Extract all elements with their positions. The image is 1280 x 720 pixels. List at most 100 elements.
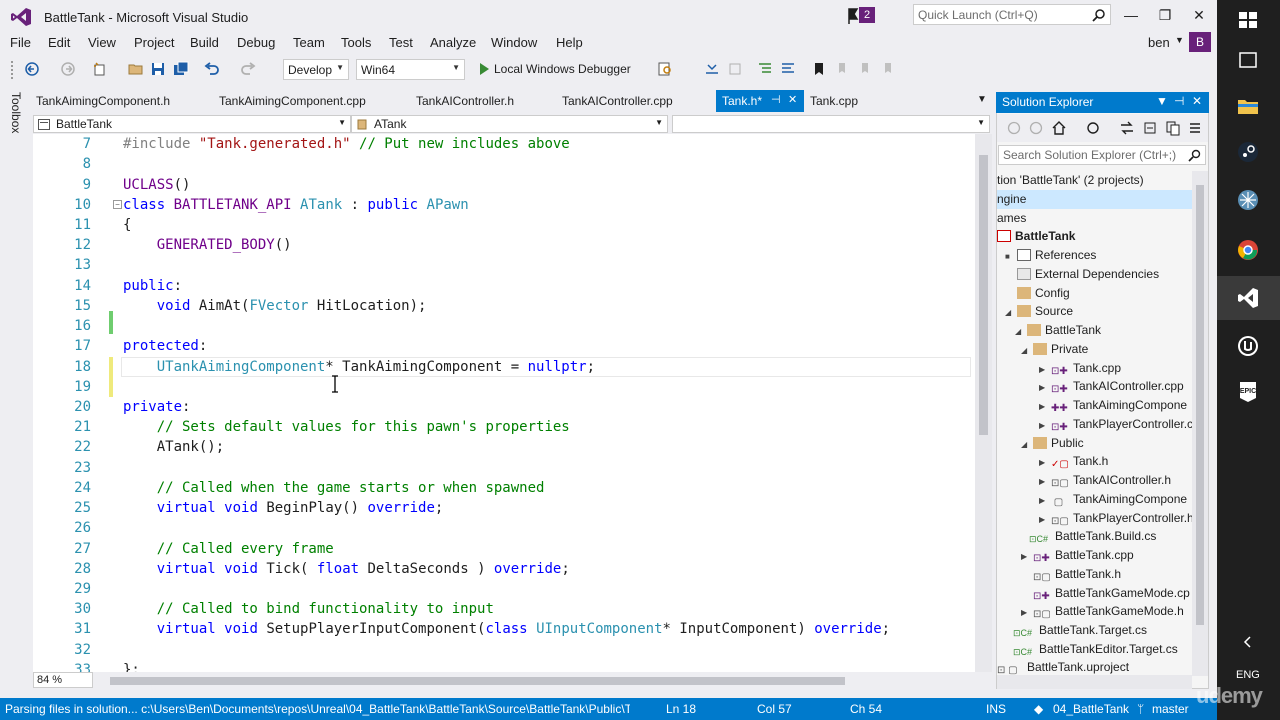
collapsed-arrow-icon[interactable]: ▶ — [1039, 397, 1051, 416]
tree-item-tank-aiming-component-cpp[interactable]: ▶ ✚✚ TankAimingCompone — [1039, 396, 1187, 415]
tree-item-battletank-game-mode-h[interactable]: ▶ ⊡▢ BattleTankGameMode.h — [1021, 602, 1184, 621]
navigate-back-icon[interactable] — [24, 61, 40, 77]
forward-icon[interactable] — [1029, 121, 1043, 135]
collapse-all-icon[interactable] — [1142, 120, 1158, 136]
restore-button[interactable]: ❐ — [1151, 4, 1179, 26]
save-all-icon[interactable] — [173, 61, 189, 77]
tree-item-battletank-cpp[interactable]: ▶ ⊡✚ BattleTank.cpp — [1021, 546, 1134, 565]
tab-tank-aiming-component-h[interactable]: TankAimingComponent.h — [30, 90, 176, 112]
tree-item-tank-ai-controller-cpp[interactable]: ▶ ⊡✚ TankAIController.cpp — [1039, 377, 1184, 396]
undo-icon[interactable] — [204, 61, 220, 77]
solution-explorer-search-input[interactable]: Search Solution Explorer (Ctrl+;) — [998, 145, 1206, 165]
tab-tank-h[interactable]: Tank.h* ⊣ ✕ — [716, 90, 804, 112]
tree-item-source[interactable]: ◢ Source — [1005, 302, 1073, 321]
navigate-icon[interactable] — [727, 61, 743, 77]
collapsed-arrow-icon[interactable]: ▶ — [1039, 378, 1051, 397]
task-view-icon[interactable] — [1236, 48, 1260, 72]
tree-item-public[interactable]: ◢ Public — [1021, 434, 1084, 453]
minimize-button[interactable]: — — [1117, 4, 1145, 26]
tree-item-external-dependencies[interactable]: External Dependencies — [1005, 265, 1159, 284]
new-project-icon[interactable] — [92, 61, 108, 77]
tree-item-battletank-editor-target-cs[interactable]: ⊡C# BattleTankEditor.Target.cs — [1013, 640, 1178, 659]
tree-item-tank-ai-controller-h[interactable]: ▶ ⊡▢ TankAIController.h — [1039, 471, 1171, 490]
tree-item-engine[interactable]: ngine — [997, 190, 1192, 209]
tab-tank-ai-controller-h[interactable]: TankAIController.h — [410, 90, 520, 112]
tree-item-tank-player-controller-h[interactable]: ▶ ⊡▢ TankPlayerController.h — [1039, 509, 1192, 528]
tree-item-battletank-uproject[interactable]: ⊡ ▢ BattleTank.uproject — [997, 658, 1129, 676]
project-scope-select[interactable]: BattleTank ▼ — [33, 115, 351, 133]
file-explorer-icon[interactable] — [1236, 94, 1260, 118]
redo-icon[interactable] — [240, 61, 256, 77]
quick-launch-input[interactable]: Quick Launch (Ctrl+Q) — [913, 4, 1111, 25]
epic-games-icon[interactable]: EPIC — [1236, 380, 1260, 404]
pin-tab-icon[interactable]: ⊣ — [771, 93, 781, 106]
menu-debug[interactable]: Debug — [237, 35, 275, 50]
expanded-arrow-icon[interactable]: ◢ — [1021, 435, 1033, 454]
collapsed-arrow-icon[interactable]: ▶ — [1039, 453, 1051, 472]
properties-icon[interactable] — [1187, 120, 1203, 136]
solution-platform-select[interactable]: Win64 ▼ — [356, 59, 465, 80]
menu-help[interactable]: Help — [556, 35, 583, 50]
menu-tools[interactable]: Tools — [341, 35, 371, 50]
user-dropdown-icon[interactable]: ▼ — [1175, 35, 1184, 45]
close-window-button[interactable]: ✕ — [1185, 4, 1213, 26]
panel-options-icon[interactable]: ▼ — [1156, 94, 1168, 108]
branch-icon[interactable]: ᛘ — [1137, 702, 1144, 716]
tree-item-private[interactable]: ◢ Private — [1021, 340, 1088, 359]
tree-item-references[interactable]: ■ References — [1005, 246, 1096, 265]
solution-explorer-scroll-thumb[interactable] — [1196, 185, 1204, 625]
status-repository[interactable]: 04_BattleTank — [1053, 702, 1129, 716]
tab-tank-ai-controller-cpp[interactable]: TankAIController.cpp — [556, 90, 679, 112]
app-icon[interactable] — [1236, 188, 1260, 212]
tree-item-config[interactable]: Config — [1005, 284, 1070, 303]
type-scope-select[interactable]: ATank ▼ — [351, 115, 668, 133]
chrome-icon[interactable] — [1236, 238, 1260, 262]
menu-team[interactable]: Team — [293, 35, 325, 50]
avatar[interactable]: B — [1189, 32, 1211, 52]
find-in-files-icon[interactable] — [657, 61, 673, 77]
close-panel-icon[interactable]: ✕ — [1192, 94, 1202, 108]
expanded-arrow-icon[interactable]: ◢ — [1005, 303, 1017, 322]
menu-window[interactable]: Window — [491, 35, 537, 50]
repository-icon[interactable]: ◆ — [1034, 702, 1043, 716]
menu-build[interactable]: Build — [190, 35, 219, 50]
member-scope-select[interactable]: ▼ — [672, 115, 990, 133]
windows-start-icon[interactable] — [1236, 8, 1260, 32]
tree-item-battletank-folder[interactable]: ◢ BattleTank — [1015, 321, 1101, 340]
tree-item-tank-player-controller-cpp[interactable]: ▶ ⊡✚ TankPlayerController.c — [1039, 415, 1192, 434]
user-name[interactable]: ben — [1148, 35, 1170, 50]
input-language-indicator[interactable]: ENG — [1236, 669, 1260, 681]
menu-file[interactable]: File — [10, 35, 31, 50]
tab-tank-aiming-component-cpp[interactable]: TankAimingComponent.cpp — [213, 90, 372, 112]
menu-view[interactable]: View — [88, 35, 116, 50]
collapsed-arrow-icon[interactable]: ▶ — [1039, 416, 1051, 435]
visual-studio-taskbar-icon[interactable] — [1236, 286, 1260, 310]
expanded-arrow-icon[interactable]: ◢ — [1021, 341, 1033, 360]
menu-project[interactable]: Project — [134, 35, 174, 50]
expanded-arrow-icon[interactable]: ◢ — [1015, 322, 1027, 341]
close-tab-icon[interactable]: ✕ — [788, 93, 797, 106]
collapsed-arrow-icon[interactable]: ▶ — [1039, 491, 1051, 510]
show-all-files-icon[interactable] — [1165, 120, 1181, 136]
start-debugging-icon[interactable] — [476, 61, 492, 77]
menu-test[interactable]: Test — [389, 35, 413, 50]
tree-item-tank-h[interactable]: ▶ ✓▢ Tank.h — [1039, 452, 1108, 471]
menu-analyze[interactable]: Analyze — [430, 35, 476, 50]
editor-horizontal-scroll-thumb[interactable] — [110, 677, 845, 685]
open-file-icon[interactable] — [128, 61, 144, 77]
editor-vertical-scroll-thumb[interactable] — [979, 155, 988, 435]
pin-panel-icon[interactable]: ⊣ — [1174, 94, 1184, 108]
collapsed-arrow-icon[interactable]: ▶ — [1039, 472, 1051, 491]
pending-changes-filter-icon[interactable] — [1085, 120, 1101, 136]
tree-item-tank-aiming-component-h[interactable]: ▶ ▢ TankAimingCompone — [1039, 490, 1187, 509]
collapsed-arrow-icon[interactable]: ▶ — [1021, 547, 1033, 566]
tab-tank-cpp[interactable]: Tank.cpp — [804, 90, 864, 112]
home-icon[interactable] — [1051, 120, 1067, 136]
back-icon[interactable] — [1007, 121, 1021, 135]
unreal-engine-icon[interactable] — [1236, 334, 1260, 358]
code-editor[interactable]: − 7 #include "Tank.generated.h" // Put ne… — [33, 134, 975, 672]
solution-configuration-select[interactable]: Develop ▼ — [283, 59, 349, 80]
tree-item-solution[interactable]: tion 'BattleTank' (2 projects) — [997, 171, 1144, 190]
local-windows-debugger-button[interactable]: Local Windows Debugger — [494, 62, 631, 76]
previous-bookmark-icon[interactable] — [834, 61, 850, 77]
